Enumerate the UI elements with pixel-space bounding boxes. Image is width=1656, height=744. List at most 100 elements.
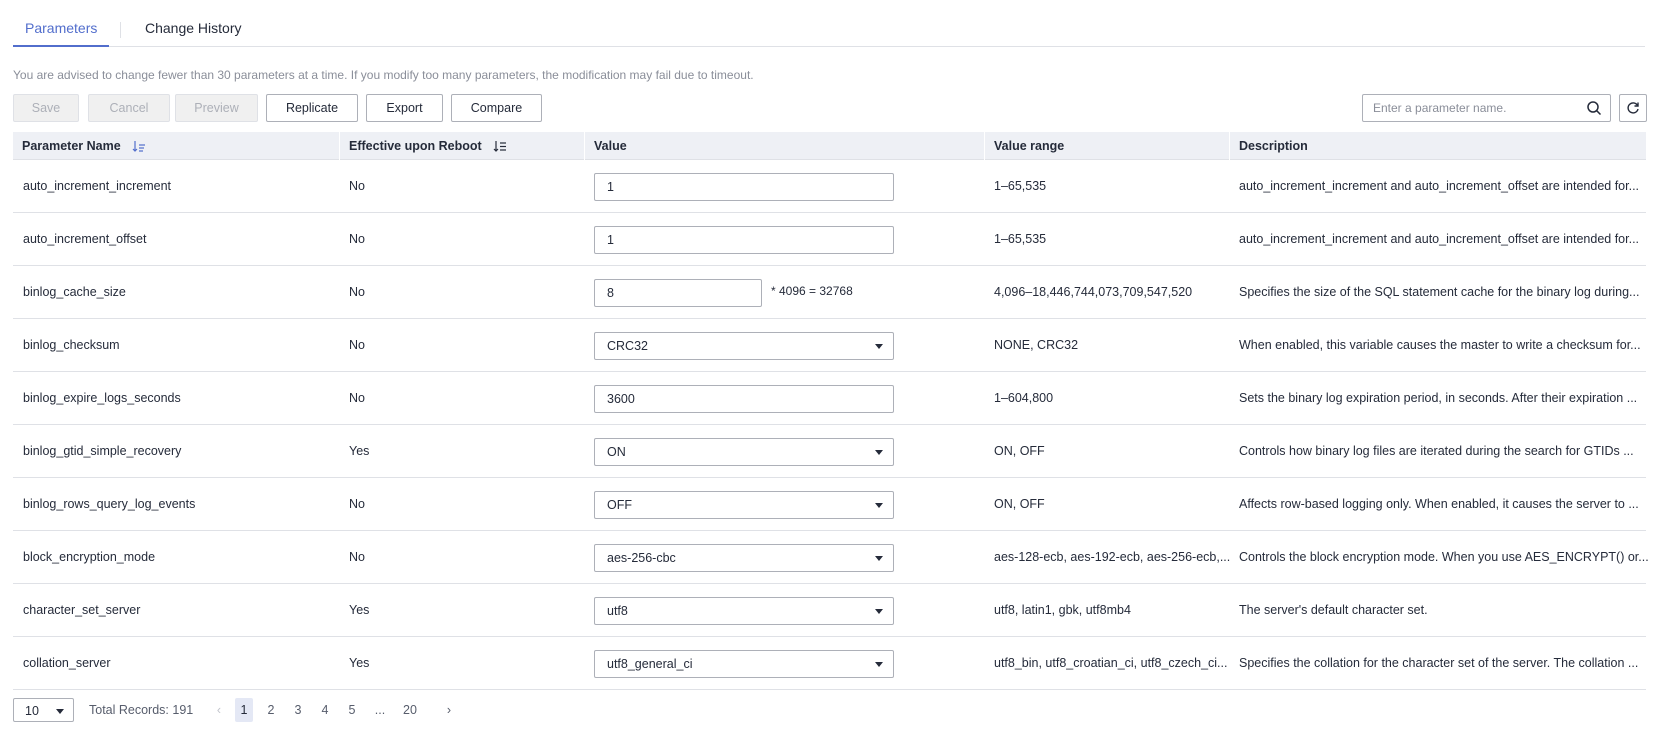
parameter-name: character_set_server: [23, 603, 141, 617]
caret-down-icon: [875, 556, 883, 561]
compare-button[interactable]: Compare: [451, 94, 542, 122]
description: Controls the block encryption mode. When…: [1239, 550, 1649, 564]
cancel-button[interactable]: Cancel: [88, 94, 170, 122]
page-size-select[interactable]: 10: [13, 698, 74, 722]
effective-upon-reboot: No: [349, 179, 365, 193]
pagination: 10 Total Records: 191 ‹ 1 2 3 4 5 ... 20…: [13, 698, 913, 724]
value-input[interactable]: [594, 385, 894, 413]
value-input[interactable]: [594, 173, 894, 201]
value-select-text: aes-256-cbc: [607, 551, 676, 565]
search-box: [1362, 94, 1611, 122]
value-select-text: OFF: [607, 498, 632, 512]
page-4[interactable]: 4: [316, 698, 334, 722]
page-ellipsis[interactable]: ...: [371, 698, 389, 722]
value-select-text: CRC32: [607, 339, 648, 353]
caret-down-icon: [875, 344, 883, 349]
effective-upon-reboot: Yes: [349, 656, 370, 670]
description: Specifies the collation for the characte…: [1239, 656, 1639, 670]
caret-down-icon: [875, 662, 883, 667]
effective-upon-reboot: No: [349, 285, 365, 299]
preview-button[interactable]: Preview: [175, 94, 258, 122]
value-input[interactable]: [594, 226, 894, 254]
table-header: Parameter Name Effective upon Reboot Val…: [13, 132, 1646, 160]
tab-parameters-label: Parameters: [25, 20, 98, 36]
page-size-value: 10: [25, 704, 39, 718]
caret-down-icon: [875, 609, 883, 614]
page-3[interactable]: 3: [289, 698, 307, 722]
value-select-text: utf8: [607, 604, 628, 618]
description: auto_increment_increment and auto_increm…: [1239, 179, 1640, 193]
table-row: binlog_gtid_simple_recovery Yes ON ON, O…: [13, 425, 1646, 478]
effective-upon-reboot: No: [349, 338, 365, 352]
value-range: 4,096–18,446,744,073,709,547,520: [994, 285, 1193, 299]
parameter-name: auto_increment_increment: [23, 179, 171, 193]
save-button[interactable]: Save: [13, 94, 79, 122]
value-range: utf8, latin1, gbk, utf8mb4: [994, 603, 1131, 617]
effective-upon-reboot: No: [349, 391, 365, 405]
description: Affects row-based logging only. When ena…: [1239, 497, 1639, 511]
page-2[interactable]: 2: [262, 698, 280, 722]
column-header-description: Description: [1239, 139, 1308, 153]
parameter-name: auto_increment_offset: [23, 232, 147, 246]
value-select-text: ON: [607, 445, 626, 459]
parameter-name: block_encryption_mode: [23, 550, 156, 564]
tab-parameters[interactable]: Parameters: [13, 20, 110, 47]
table-row: binlog_rows_query_log_events No OFF ON, …: [13, 478, 1646, 531]
value-range: ON, OFF: [994, 444, 1045, 458]
search-icon[interactable]: [1586, 100, 1602, 116]
export-button[interactable]: Export: [366, 94, 443, 122]
table-row: collation_server Yes utf8_general_ci utf…: [13, 637, 1646, 690]
value-select[interactable]: utf8: [594, 597, 894, 625]
tab-change-history-label: Change History: [145, 20, 242, 36]
next-page-icon[interactable]: ›: [440, 698, 458, 722]
table-row: character_set_server Yes utf8 utf8, lati…: [13, 584, 1646, 637]
column-header-effective-upon-reboot[interactable]: Effective upon Reboot: [349, 139, 507, 155]
effective-upon-reboot: No: [349, 497, 365, 511]
column-header-label: Parameter Name: [22, 139, 121, 153]
replicate-button[interactable]: Replicate: [266, 94, 358, 122]
description: Controls how binary log files are iterat…: [1239, 444, 1634, 458]
table-row: binlog_expire_logs_seconds No 1–604,800 …: [13, 372, 1646, 425]
table-row: auto_increment_increment No 1–65,535 aut…: [13, 160, 1646, 213]
search-input[interactable]: [1373, 99, 1573, 117]
column-divider: [984, 132, 985, 160]
value-select[interactable]: CRC32: [594, 332, 894, 360]
value-input[interactable]: [594, 279, 762, 307]
column-header-parameter-name[interactable]: Parameter Name: [22, 139, 146, 155]
sort-icon[interactable]: [132, 140, 146, 155]
column-divider: [1229, 132, 1230, 160]
prev-page-icon[interactable]: ‹: [210, 698, 228, 722]
effective-upon-reboot: Yes: [349, 603, 370, 617]
parameters-table: Parameter Name Effective upon Reboot Val…: [13, 132, 1649, 690]
active-tab-indicator: [13, 45, 110, 47]
value-range: aes-128-ecb, aes-192-ecb, aes-256-ecb,..…: [994, 550, 1231, 564]
description: The server's default character set.: [1239, 603, 1428, 617]
parameter-name: binlog_cache_size: [23, 285, 126, 299]
refresh-button[interactable]: [1619, 94, 1647, 122]
value-select[interactable]: utf8_general_ci: [594, 650, 894, 678]
table-row: block_encryption_mode No aes-256-cbc aes…: [13, 531, 1649, 584]
value-select[interactable]: ON: [594, 438, 894, 466]
description: Specifies the size of the SQL statement …: [1239, 285, 1640, 299]
parameter-name: binlog_expire_logs_seconds: [23, 391, 181, 405]
value-select-text: utf8_general_ci: [607, 657, 693, 671]
tab-bar: Parameters Change History: [13, 0, 1645, 47]
tab-change-history[interactable]: Change History: [145, 20, 242, 36]
value-select[interactable]: aes-256-cbc: [594, 544, 894, 572]
value-range: 1–65,535: [994, 179, 1047, 193]
value-range: ON, OFF: [994, 497, 1045, 511]
sort-icon[interactable]: [493, 140, 507, 155]
description: Sets the binary log expiration period, i…: [1239, 391, 1638, 405]
page-20[interactable]: 20: [401, 698, 419, 722]
page-5[interactable]: 5: [343, 698, 361, 722]
table-row: binlog_checksum No CRC32 NONE, CRC32 Whe…: [13, 319, 1646, 372]
value-select[interactable]: OFF: [594, 491, 894, 519]
column-header-label: Effective upon Reboot: [349, 139, 482, 153]
effective-upon-reboot: No: [349, 232, 365, 246]
column-divider: [339, 132, 340, 160]
table-row: auto_increment_offset No 1–65,535 auto_i…: [13, 213, 1646, 266]
parameter-name: collation_server: [23, 656, 111, 670]
tab-separator: [120, 22, 121, 38]
value-range: 1–65,535: [994, 232, 1047, 246]
page-1[interactable]: 1: [235, 698, 253, 722]
